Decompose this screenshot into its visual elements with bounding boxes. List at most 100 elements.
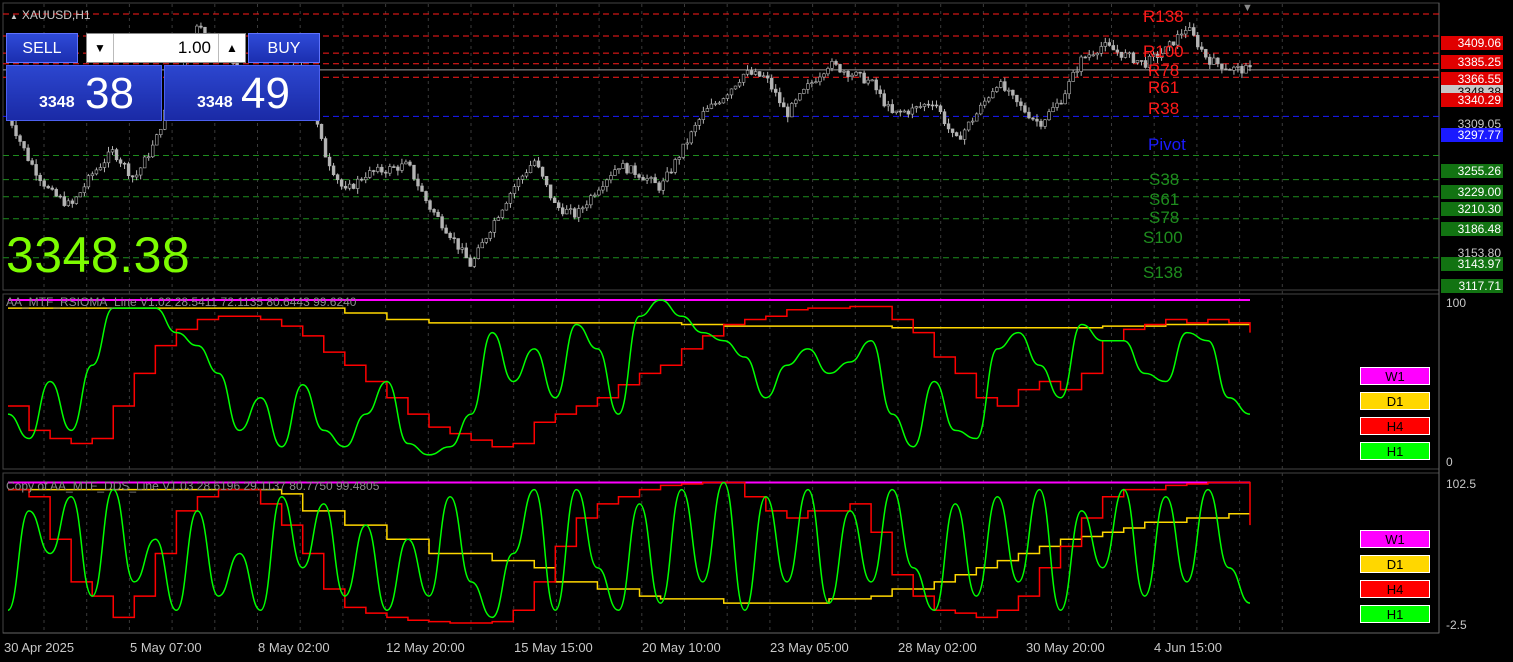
level-label-s38: S38: [1149, 170, 1180, 189]
candle-body: [774, 88, 778, 93]
candle-body: [130, 175, 135, 178]
candle-body: [1087, 54, 1091, 58]
chevron-down-icon[interactable]: ▼: [87, 34, 114, 62]
candle-body: [520, 175, 525, 180]
candle-body: [199, 25, 203, 28]
lot-size-stepper: ▼ ▲: [86, 33, 246, 63]
candle-body: [1047, 111, 1051, 121]
lot-size-input[interactable]: [115, 35, 211, 61]
candle-body: [34, 164, 38, 176]
bid-price-major: 3348: [39, 94, 75, 111]
chevron-up-icon[interactable]: ▲: [218, 34, 245, 62]
candle-body: [384, 171, 388, 174]
candle-body: [1099, 46, 1103, 54]
candle-body: [552, 197, 557, 204]
indicator2-legend-h4: H4: [1360, 580, 1430, 598]
candle-body: [512, 186, 517, 194]
date-tick: 8 May 02:00: [258, 640, 330, 655]
chevron-down-icon[interactable]: ▼: [1242, 2, 1253, 14]
candle-body: [1007, 89, 1011, 92]
candle-body: [508, 193, 513, 204]
candle-body: [1232, 66, 1236, 71]
candle-body: [798, 93, 802, 101]
date-tick: 20 May 10:00: [642, 640, 721, 655]
candle-body: [50, 187, 54, 190]
price-tag-r38: 3340.29: [1441, 93, 1503, 107]
candle-body: [1179, 33, 1184, 36]
candle-body: [593, 194, 597, 197]
indicator1-lines: [7, 299, 1251, 456]
candle-body: [564, 209, 569, 215]
one-click-trading-panel: SELL ▼ ▲ BUY 3348 38 3348 49: [6, 33, 320, 121]
candle-body: [150, 144, 155, 158]
candle-body: [681, 143, 685, 158]
candle-body: [938, 105, 943, 113]
series-line-h1: [7, 481, 1251, 619]
candle-body: [974, 113, 979, 122]
candle-body: [66, 200, 70, 206]
buy-button[interactable]: BUY: [248, 33, 320, 63]
candle-body: [420, 185, 424, 192]
sell-button[interactable]: SELL: [6, 33, 78, 63]
candle-body: [854, 71, 858, 76]
candle-body: [641, 177, 645, 181]
candle-body: [601, 186, 605, 191]
candle-body: [629, 165, 633, 174]
candle-body: [1204, 49, 1208, 58]
candle-body: [665, 171, 669, 182]
candle-body: [995, 87, 999, 92]
candle-body: [858, 71, 862, 74]
candle-body: [114, 149, 119, 161]
candle-body: [677, 157, 681, 160]
candle-body: [428, 200, 432, 210]
candle-body: [761, 75, 766, 78]
candle-body: [560, 207, 565, 215]
candle-body: [1135, 60, 1140, 64]
candle-body: [621, 163, 625, 169]
candle-body: [142, 156, 147, 169]
candle-body: [159, 128, 163, 135]
price-tag-s38: 3255.26: [1441, 164, 1503, 178]
candle-body: [669, 171, 673, 174]
indicator2-legend-d1: D1: [1360, 555, 1430, 573]
candle-body: [94, 169, 99, 175]
candle-body: [78, 192, 83, 198]
candle-body: [946, 123, 951, 130]
candle-body: [464, 247, 468, 259]
level-label-r61: R61: [1148, 78, 1180, 97]
candle-body: [1035, 118, 1039, 122]
buy-price-box[interactable]: 3348 49: [164, 65, 320, 121]
candle-body: [1240, 65, 1244, 74]
candle-body: [649, 177, 653, 179]
level-label-s100: S100: [1143, 228, 1183, 247]
indicator1-legend-h1: H1: [1360, 442, 1430, 460]
candle-body: [484, 238, 489, 243]
candle-body: [1224, 68, 1228, 71]
candle-body: [657, 182, 661, 191]
candle-body: [1055, 102, 1059, 108]
candle-body: [926, 103, 931, 106]
candle-body: [733, 85, 738, 90]
symbol-title-text: XAUUSD,H1: [21, 8, 91, 22]
candle-body: [902, 110, 907, 113]
candle-body: [1023, 105, 1027, 113]
indicator1-legend-h4: H4: [1360, 417, 1430, 435]
candle-body: [146, 156, 151, 159]
candle-body: [400, 163, 404, 171]
indicator2-scale-top: 102.5: [1446, 477, 1477, 491]
candle-body: [327, 156, 332, 167]
candle-body: [1115, 49, 1120, 53]
candle-body: [351, 183, 356, 189]
candle-body: [536, 160, 541, 168]
candle-body: [1183, 30, 1188, 35]
level-label-r138: R138: [1143, 7, 1184, 26]
candle-body: [335, 174, 340, 181]
candle-body: [713, 103, 718, 105]
candle-body: [625, 163, 629, 174]
candle-body: [1051, 107, 1055, 112]
candle-body: [778, 92, 782, 104]
sell-price-box[interactable]: 3348 38: [6, 65, 162, 121]
candle-body: [18, 135, 22, 142]
candle-body: [874, 79, 878, 91]
candle-body: [978, 104, 983, 115]
